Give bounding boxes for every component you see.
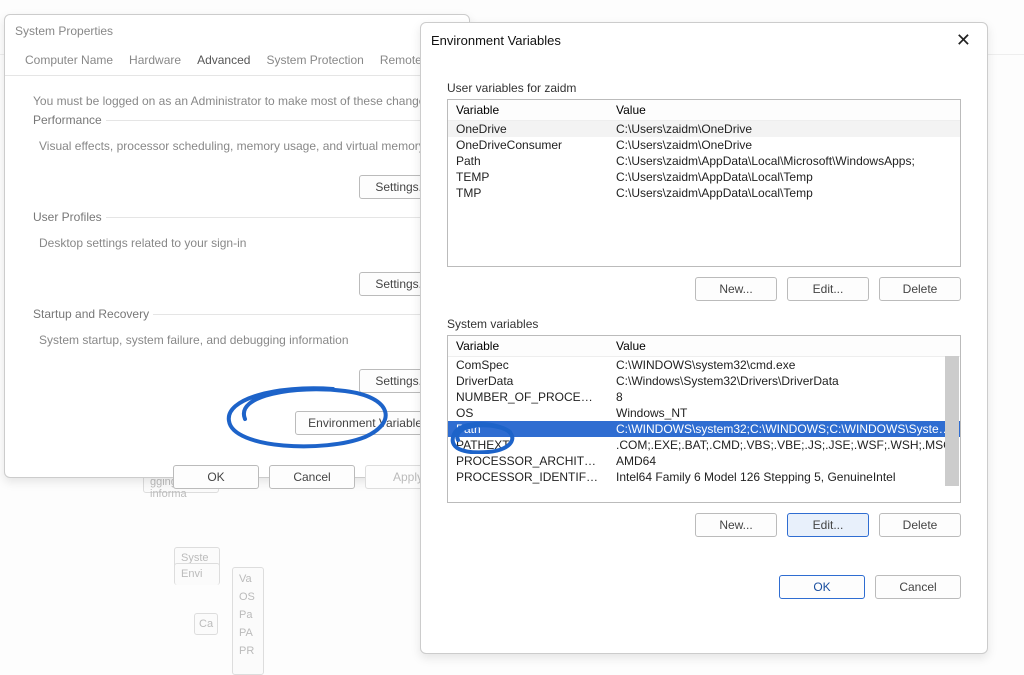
- cell-variable: OS: [448, 405, 608, 421]
- tab-computer-name[interactable]: Computer Name: [19, 47, 119, 75]
- table-row[interactable]: OSWindows_NT: [448, 405, 960, 421]
- col-variable[interactable]: Variable: [448, 100, 608, 121]
- cell-variable: DriverData: [448, 373, 608, 389]
- environment-variables-dialog: Environment Variables ✕ User variables f…: [420, 22, 988, 654]
- cell-value: C:\Users\zaidm\AppData\Local\Microsoft\W…: [608, 153, 960, 169]
- table-row[interactable]: PathC:\WINDOWS\system32;C:\WINDOWS;C:\WI…: [448, 421, 960, 437]
- titlebar[interactable]: System Properties ✕: [5, 15, 469, 47]
- cell-value: C:\WINDOWS\system32\cmd.exe: [608, 357, 960, 374]
- col-value[interactable]: Value: [608, 336, 960, 357]
- window-title: Environment Variables: [431, 33, 561, 48]
- table-row[interactable]: ComSpecC:\WINDOWS\system32\cmd.exe: [448, 357, 960, 374]
- group-label: User Profiles: [33, 210, 106, 224]
- table-row[interactable]: DriverDataC:\Windows\System32\Drivers\Dr…: [448, 373, 960, 389]
- col-value[interactable]: Value: [608, 100, 960, 121]
- user-delete-button[interactable]: Delete: [879, 277, 961, 301]
- system-new-button[interactable]: New...: [695, 513, 777, 537]
- ok-button[interactable]: OK: [173, 465, 259, 489]
- titlebar[interactable]: Environment Variables ✕: [421, 23, 987, 57]
- cell-variable: OneDriveConsumer: [448, 137, 608, 153]
- bg-row: PR: [239, 642, 257, 660]
- bg-row: Pa: [239, 606, 257, 624]
- cell-value: AMD64: [608, 453, 960, 469]
- system-delete-button[interactable]: Delete: [879, 513, 961, 537]
- cell-value: C:\Windows\System32\Drivers\DriverData: [608, 373, 960, 389]
- table-row[interactable]: OneDriveC:\Users\zaidm\OneDrive: [448, 121, 960, 138]
- tabstrip: Computer Name Hardware Advanced System P…: [5, 47, 469, 76]
- bg-button-scrap: Ca: [194, 613, 218, 635]
- scrollbar[interactable]: [945, 356, 959, 486]
- cell-variable: ComSpec: [448, 357, 608, 374]
- bg-button-scrap: Envi: [174, 563, 220, 585]
- bg-row: OS: [239, 588, 257, 606]
- advanced-tab-content: You must be logged on as an Administrato…: [5, 76, 469, 455]
- cell-variable: PATHEXT: [448, 437, 608, 453]
- cell-variable: OneDrive: [448, 121, 608, 138]
- dialog-buttons: OK Cancel: [421, 561, 987, 599]
- col-variable[interactable]: Variable: [448, 336, 608, 357]
- system-variables-list[interactable]: Variable Value ComSpecC:\WINDOWS\system3…: [447, 335, 961, 503]
- bg-row: PA: [239, 624, 257, 642]
- cancel-button[interactable]: Cancel: [875, 575, 961, 599]
- table-row[interactable]: TEMPC:\Users\zaidm\AppData\Local\Temp: [448, 169, 960, 185]
- table-row[interactable]: PROCESSOR_IDENTIFIERIntel64 Family 6 Mod…: [448, 469, 960, 485]
- cell-value: C:\WINDOWS\system32;C:\WINDOWS;C:\WINDOW…: [608, 421, 960, 437]
- cell-variable: TMP: [448, 185, 608, 201]
- table-row[interactable]: PATHEXT.COM;.EXE;.BAT;.CMD;.VBS;.VBE;.JS…: [448, 437, 960, 453]
- table-row[interactable]: TMPC:\Users\zaidm\AppData\Local\Temp: [448, 185, 960, 201]
- dialog-buttons: OK Cancel Apply: [5, 455, 469, 489]
- table-row[interactable]: NUMBER_OF_PROCESSORS8: [448, 389, 960, 405]
- system-properties-dialog: System Properties ✕ Computer Name Hardwa…: [4, 14, 470, 478]
- cell-value: 8: [608, 389, 960, 405]
- group-label: Startup and Recovery: [33, 307, 153, 321]
- window-title: System Properties: [15, 24, 113, 38]
- ok-button[interactable]: OK: [779, 575, 865, 599]
- group-description: Desktop settings related to your sign-in: [39, 236, 445, 250]
- cell-variable: Path: [448, 421, 608, 437]
- cell-value: C:\Users\zaidm\OneDrive: [608, 137, 960, 153]
- group-label: Performance: [33, 113, 106, 127]
- user-new-button[interactable]: New...: [695, 277, 777, 301]
- close-icon[interactable]: ✕: [950, 28, 977, 53]
- cell-variable: PROCESSOR_IDENTIFIER: [448, 469, 608, 485]
- cell-variable: Path: [448, 153, 608, 169]
- group-user-profiles: User Profiles Desktop settings related t…: [33, 217, 451, 304]
- cell-value: Intel64 Family 6 Model 126 Stepping 5, G…: [608, 469, 960, 485]
- cell-variable: NUMBER_OF_PROCESSORS: [448, 389, 608, 405]
- user-edit-button[interactable]: Edit...: [787, 277, 869, 301]
- tab-system-protection[interactable]: System Protection: [260, 47, 369, 75]
- table-row[interactable]: PathC:\Users\zaidm\AppData\Local\Microso…: [448, 153, 960, 169]
- tab-advanced[interactable]: Advanced: [191, 47, 256, 75]
- cell-value: .COM;.EXE;.BAT;.CMD;.VBS;.VBE;.JS;.JSE;.…: [608, 437, 960, 453]
- user-vars-buttons: New... Edit... Delete: [447, 277, 961, 301]
- cell-variable: PROCESSOR_ARCHITECTU...: [448, 453, 608, 469]
- cell-value: Windows_NT: [608, 405, 960, 421]
- bg-rows-scrap: Va OS Pa PA PR: [232, 567, 264, 675]
- user-variables-list[interactable]: Variable Value OneDriveC:\Users\zaidm\On…: [447, 99, 961, 267]
- admin-note: You must be logged on as an Administrato…: [33, 94, 451, 108]
- group-description: Visual effects, processor scheduling, me…: [39, 139, 445, 153]
- tab-hardware[interactable]: Hardware: [123, 47, 187, 75]
- cancel-button[interactable]: Cancel: [269, 465, 355, 489]
- table-row[interactable]: PROCESSOR_ARCHITECTU...AMD64: [448, 453, 960, 469]
- system-vars-caption: System variables: [447, 317, 961, 331]
- user-vars-caption: User variables for zaidm: [447, 81, 961, 95]
- cell-value: C:\Users\zaidm\AppData\Local\Temp: [608, 185, 960, 201]
- system-edit-button[interactable]: Edit...: [787, 513, 869, 537]
- group-startup-recovery: Startup and Recovery System startup, sys…: [33, 314, 451, 401]
- table-row[interactable]: OneDriveConsumerC:\Users\zaidm\OneDrive: [448, 137, 960, 153]
- group-description: System startup, system failure, and debu…: [39, 333, 445, 347]
- system-vars-buttons: New... Edit... Delete: [447, 513, 961, 537]
- cell-variable: TEMP: [448, 169, 608, 185]
- bg-row: Va: [239, 570, 257, 588]
- cell-value: C:\Users\zaidm\AppData\Local\Temp: [608, 169, 960, 185]
- cell-value: C:\Users\zaidm\OneDrive: [608, 121, 960, 138]
- group-performance: Performance Visual effects, processor sc…: [33, 120, 451, 207]
